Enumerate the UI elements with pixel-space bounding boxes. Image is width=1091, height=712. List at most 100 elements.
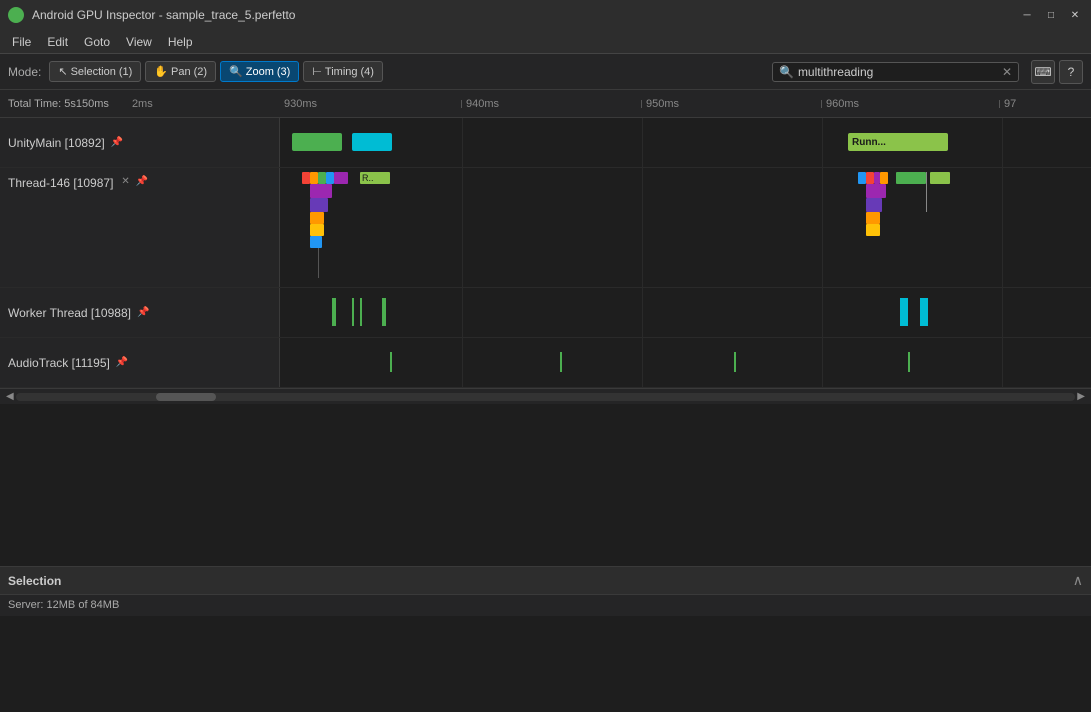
titlebar: Android GPU Inspector - sample_trace_5.p…: [0, 0, 1091, 30]
keyboard-icon: ⌨: [1034, 65, 1051, 79]
window-controls: ─ □ ✕: [1019, 7, 1083, 23]
worker-tick-1: [332, 298, 336, 326]
selection-title: Selection: [8, 574, 61, 588]
unity-seg-running: Runn...: [848, 133, 948, 151]
menu-help[interactable]: Help: [160, 33, 201, 51]
track-canvas-unity-main[interactable]: Runn...: [280, 118, 1091, 167]
mode-timing-button[interactable]: ⊢ Timing (4): [303, 61, 383, 82]
track-audiotrack: AudioTrack [11195] 📌: [0, 338, 1091, 388]
search-icon: 🔍: [779, 65, 794, 79]
search-input[interactable]: [798, 65, 998, 79]
tick-950ms: 950ms: [642, 90, 679, 117]
running-label: Runn...: [852, 137, 886, 148]
mode-label: Mode:: [8, 65, 41, 79]
scroll-right-button[interactable]: ▶: [1075, 391, 1087, 402]
menubar: File Edit Goto View Help: [0, 30, 1091, 54]
scroll-left-button[interactable]: ◀: [4, 391, 16, 402]
mode-selection-button[interactable]: ↖ Selection (1): [49, 61, 141, 82]
track-canvas-thread-146[interactable]: R..: [280, 168, 1091, 287]
selection-panel: Selection ∧ Server: 12MB of 84MB: [0, 566, 1091, 616]
title-text: Android GPU Inspector - sample_trace_5.p…: [32, 8, 1019, 22]
help-button[interactable]: ?: [1059, 60, 1083, 84]
search-box[interactable]: 🔍 ✕: [772, 62, 1019, 82]
track-label-thread-146: Thread-146 [10987] ✕ 📌: [0, 168, 280, 287]
track-canvas-audio[interactable]: [280, 338, 1091, 387]
worker-tick-3: [360, 298, 362, 326]
worker-tick-6: [920, 298, 928, 326]
audio-tick-1: [390, 352, 392, 372]
worker-label: Worker Thread [10988]: [8, 306, 131, 320]
track-thread-146: Thread-146 [10987] ✕ 📌 R..: [0, 168, 1091, 288]
zoom-label: Zoom: [246, 66, 274, 78]
selection-label: Selection: [71, 66, 116, 78]
close-icon-thread-146[interactable]: ✕: [121, 176, 129, 187]
server-label: Server:: [8, 599, 43, 611]
menu-edit[interactable]: Edit: [39, 33, 76, 51]
timing-icon: ⊢: [312, 65, 322, 78]
total-time: Total Time: 5s150ms 2ms: [0, 98, 280, 110]
r-label: R..: [362, 173, 374, 183]
menu-file[interactable]: File: [4, 33, 39, 51]
thread-146-label: Thread-146 [10987]: [8, 176, 113, 190]
timing-shortcut: (4): [361, 66, 374, 78]
app-icon: [8, 7, 24, 23]
audio-tick-2: [560, 352, 562, 372]
selection-body: Server: 12MB of 84MB: [0, 595, 1091, 615]
tick-960ms: 960ms: [822, 90, 859, 117]
worker-tick-2: [352, 298, 354, 326]
horizontal-scrollbar[interactable]: [16, 393, 1076, 401]
audio-tick-4: [908, 352, 910, 372]
timing-label: Timing: [325, 66, 358, 78]
help-buttons: ⌨ ?: [1031, 60, 1083, 84]
collapse-button[interactable]: ∧: [1073, 572, 1083, 589]
pan-icon: ✋: [154, 65, 168, 78]
scrollbar-area: ◀ ▶: [0, 388, 1091, 404]
toolbar: Mode: ↖ Selection (1) ✋ Pan (2) 🔍 Zoom (…: [0, 54, 1091, 90]
pan-shortcut: (2): [194, 66, 207, 78]
selection-header: Selection ∧: [0, 567, 1091, 595]
pin-icon-unity-main[interactable]: 📌: [111, 137, 123, 148]
zoom-shortcut: (3): [277, 66, 290, 78]
search-clear-button[interactable]: ✕: [1002, 65, 1012, 79]
mode-pan-button[interactable]: ✋ Pan (2): [145, 61, 216, 82]
tick-97: 97: [1000, 90, 1016, 117]
close-button[interactable]: ✕: [1067, 7, 1083, 23]
pin-icon-thread-146[interactable]: 📌: [136, 176, 148, 187]
unity-main-label: UnityMain [10892]: [8, 136, 105, 150]
audio-label: AudioTrack [11195]: [8, 356, 110, 370]
keyboard-shortcuts-button[interactable]: ⌨: [1031, 60, 1055, 84]
unity-seg-2: [352, 133, 392, 151]
track-worker-thread: Worker Thread [10988] 📌: [0, 288, 1091, 338]
pin-icon-worker[interactable]: 📌: [137, 307, 149, 318]
track-label-audio: AudioTrack [11195] 📌: [0, 338, 280, 387]
mode-zoom-button[interactable]: 🔍 Zoom (3): [220, 61, 299, 82]
selection-icon: ↖: [58, 65, 67, 78]
worker-tick-5: [900, 298, 908, 326]
selection-shortcut: (1): [119, 66, 132, 78]
track-label-unity-main: UnityMain [10892] 📌: [0, 118, 280, 167]
menu-view[interactable]: View: [118, 33, 160, 51]
worker-tick-4: [382, 298, 386, 326]
audio-tick-3: [734, 352, 736, 372]
total-time-label: Total Time: 5s150ms: [8, 98, 109, 110]
help-icon: ?: [1068, 65, 1075, 79]
time-header: Total Time: 5s150ms 2ms 930ms 940ms 950m…: [0, 90, 1091, 118]
menu-goto[interactable]: Goto: [76, 33, 118, 51]
tick-940ms: 940ms: [462, 90, 499, 117]
minimize-button[interactable]: ─: [1019, 7, 1035, 23]
track-label-worker: Worker Thread [10988] 📌: [0, 288, 280, 337]
track-canvas-worker[interactable]: [280, 288, 1091, 337]
maximize-button[interactable]: □: [1043, 7, 1059, 23]
unity-seg-1: [292, 133, 342, 151]
track-unity-main: UnityMain [10892] 📌 Runn...: [0, 118, 1091, 168]
pin-icon-audio[interactable]: 📌: [116, 357, 128, 368]
scale-label: 2ms: [132, 98, 153, 110]
tracks: UnityMain [10892] 📌 Runn... Thread-146 […: [0, 118, 1091, 388]
tick-930ms: 930ms: [280, 90, 317, 117]
time-scale: 930ms 940ms 950ms 960ms 97: [280, 90, 1091, 117]
server-mem: 12MB of 84MB: [47, 599, 120, 611]
scrollbar-thumb[interactable]: [156, 393, 216, 401]
pan-label: Pan: [171, 66, 191, 78]
empty-trace-area: [0, 404, 1091, 566]
zoom-icon: 🔍: [229, 65, 243, 78]
